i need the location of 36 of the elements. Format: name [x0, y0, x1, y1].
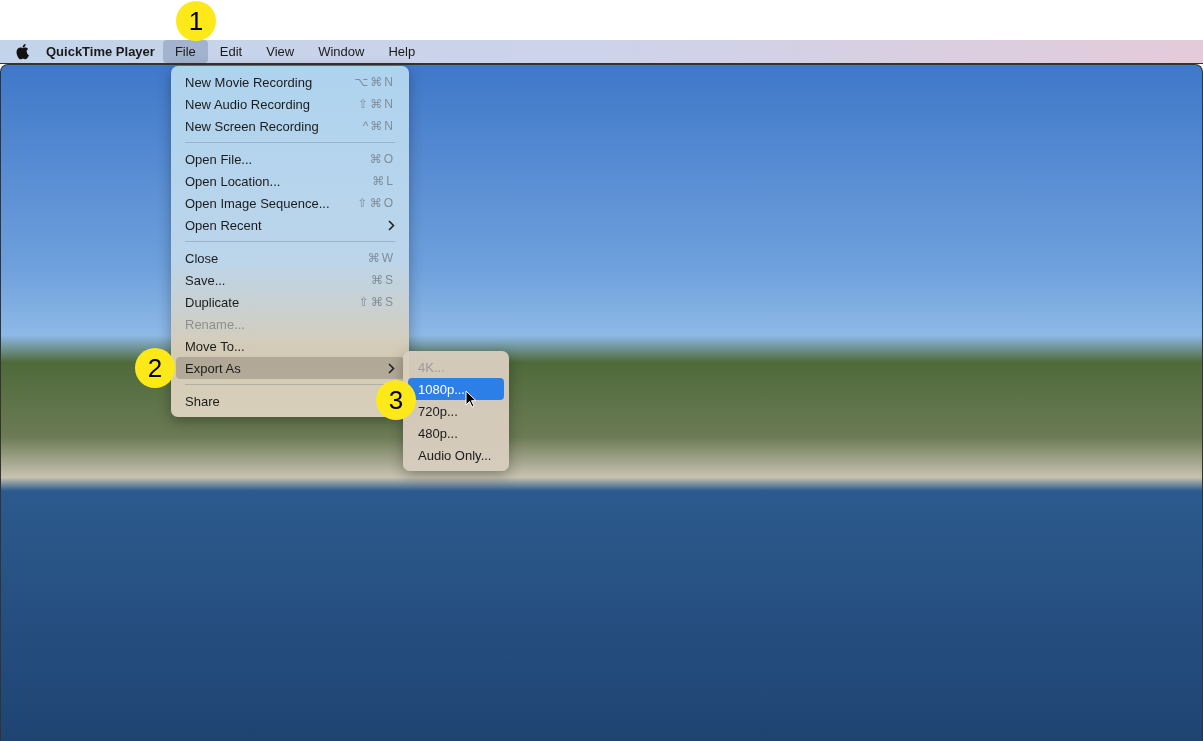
menu-item[interactable]: 1080p...: [408, 378, 504, 400]
shortcut-label: ⇧⌘N: [358, 97, 395, 111]
chevron-right-icon: [388, 362, 395, 374]
menu-title[interactable]: View: [254, 40, 307, 63]
menu-item[interactable]: Open Recent: [176, 214, 404, 236]
shortcut-label: ⇧⌘S: [358, 295, 395, 309]
shortcut-label: ⌘S: [371, 273, 395, 287]
app-name[interactable]: QuickTime Player: [30, 44, 163, 59]
chevron-right-icon: [388, 219, 395, 231]
shortcut-label: ⌘O: [369, 152, 395, 166]
menu-item[interactable]: Save... ⌘S: [176, 269, 404, 291]
apple-logo-icon[interactable]: [16, 43, 30, 60]
menu-item[interactable]: Open Location... ⌘L: [176, 170, 404, 192]
menu-title[interactable]: File: [162, 40, 208, 63]
menu-item[interactable]: 480p...: [408, 422, 504, 444]
shortcut-label: ^⌘N: [362, 119, 395, 133]
menu-item[interactable]: Share: [176, 390, 229, 412]
menu-item[interactable]: Open Image Sequence... ⇧⌘O: [176, 192, 404, 214]
menu-title[interactable]: Window: [306, 40, 377, 63]
shortcut-label: ⇧⌘O: [357, 196, 395, 210]
menu-title[interactable]: Help: [376, 40, 428, 63]
shortcut-label: ⌥⌘N: [354, 75, 395, 89]
menu-item[interactable]: New Audio Recording ⇧⌘N: [176, 93, 404, 115]
menu-item[interactable]: New Movie Recording ⌥⌘N: [176, 71, 404, 93]
menu-item[interactable]: Close ⌘W: [176, 247, 404, 269]
shortcut-label: ⌘W: [367, 251, 395, 265]
menu-item[interactable]: Open File... ⌘O: [176, 148, 404, 170]
menu-title[interactable]: Edit: [207, 40, 255, 63]
menu-item[interactable]: Duplicate ⇧⌘S: [176, 291, 404, 313]
menu-item[interactable]: New Screen Recording ^⌘N: [176, 115, 404, 137]
step-number-badge: 1: [176, 1, 216, 41]
shortcut-label: ⌘L: [372, 174, 395, 188]
cursor-arrow-icon: [465, 390, 477, 408]
menu-item[interactable]: Export As: [176, 357, 404, 379]
menu-item[interactable]: Audio Only...: [408, 444, 504, 466]
menu-item[interactable]: Move To...: [176, 335, 254, 357]
